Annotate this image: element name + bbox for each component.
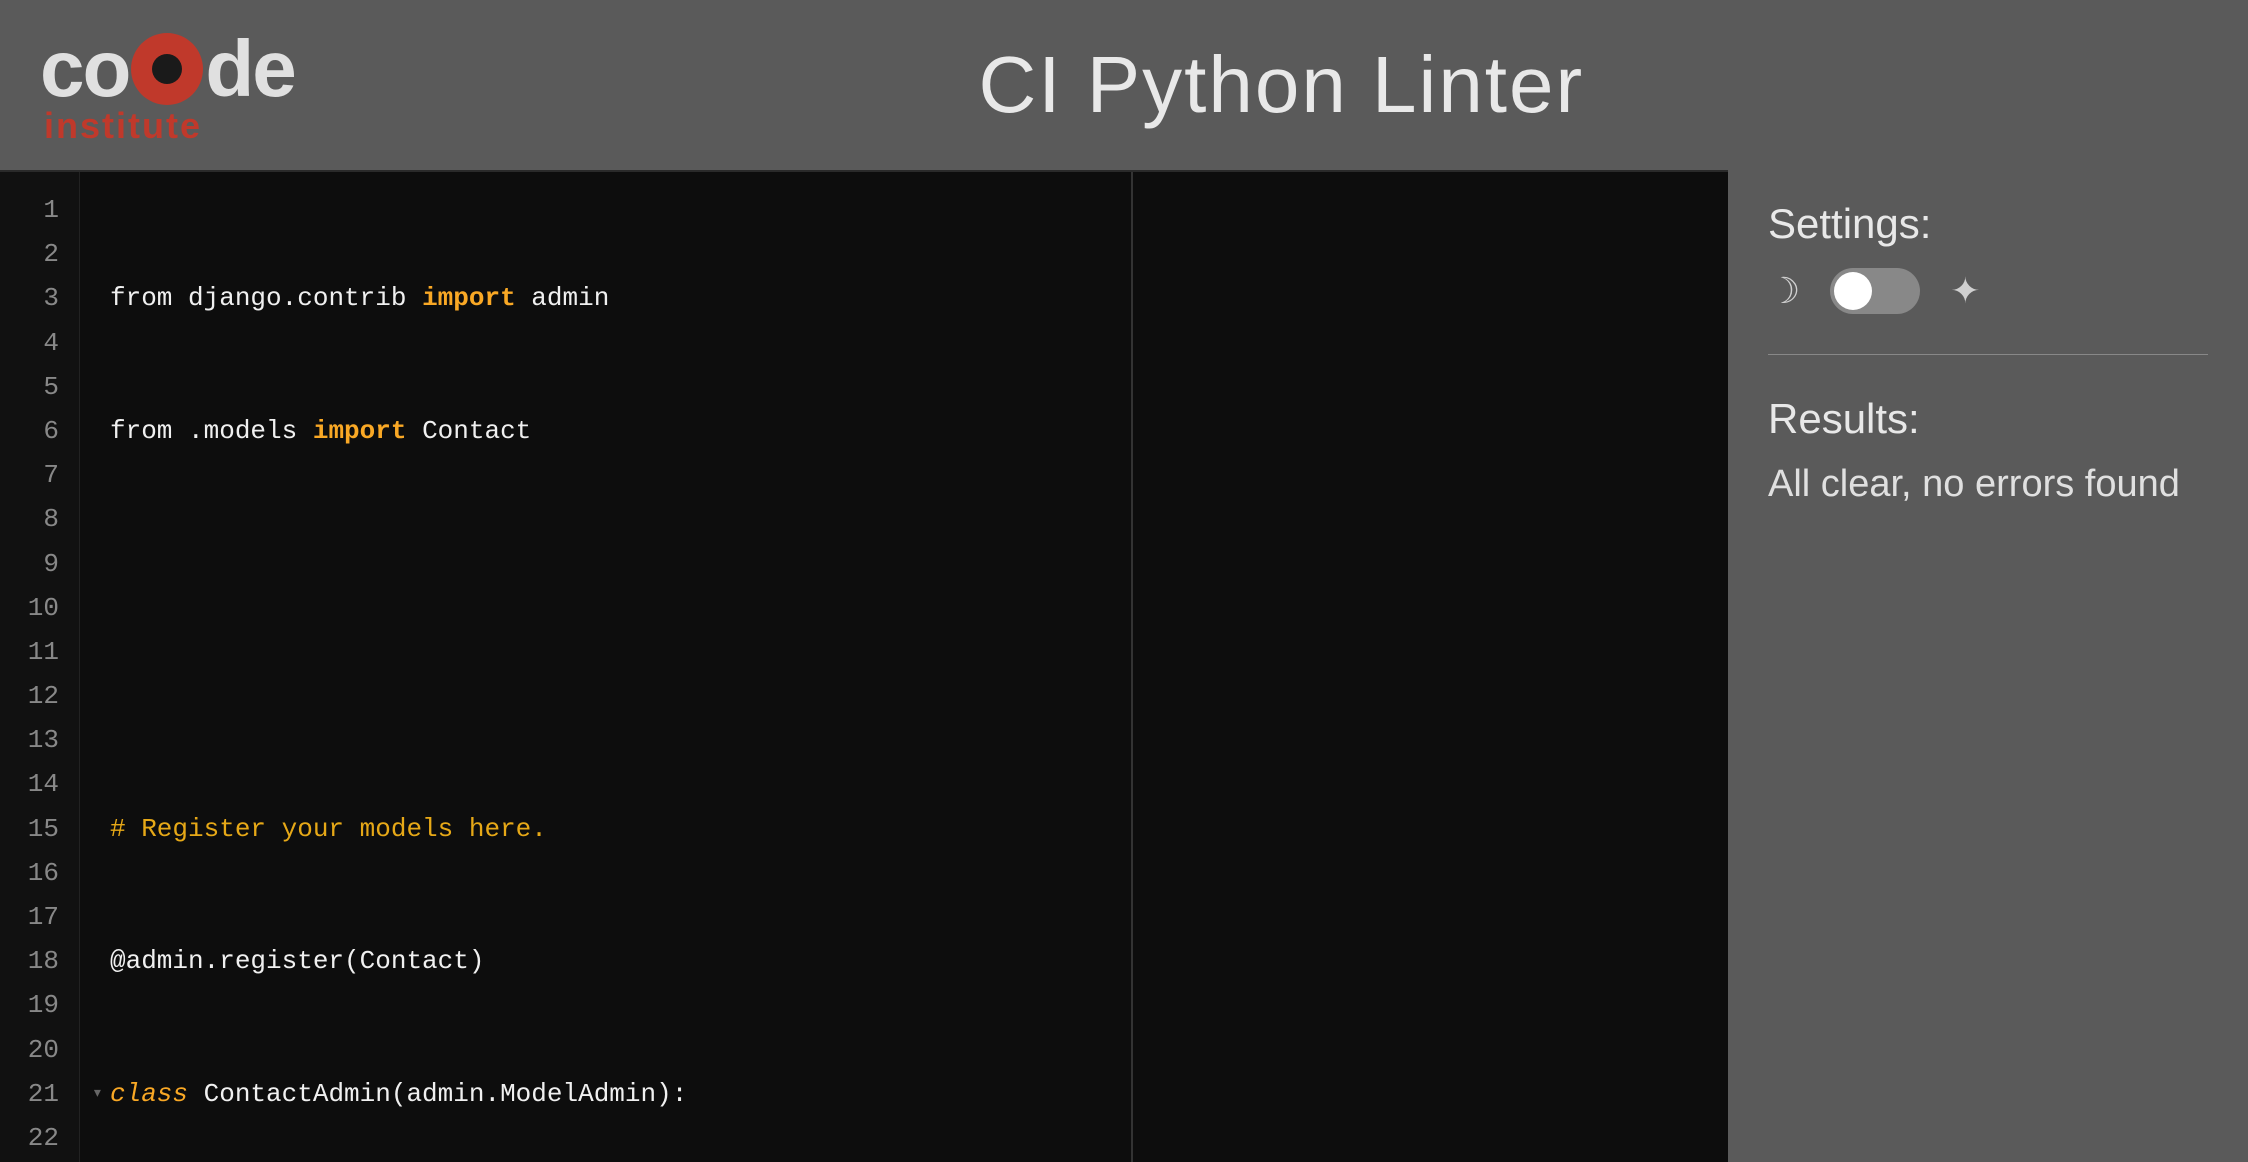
line-num-12: 12 — [0, 674, 79, 718]
code-contact: Contact — [406, 409, 531, 453]
code-decorator: @admin.register(Contact) — [110, 939, 484, 983]
code-from-1: from — [110, 276, 188, 320]
line-num-15: 15 — [0, 807, 79, 851]
line-numbers: 1 2 3 4 5 6 7 8 9 10 11 12 13 14 15 16 1… — [0, 172, 80, 1162]
logo-area: co de institute — [40, 23, 295, 147]
page-title: CI Python Linter — [355, 39, 2208, 131]
line-num-19: 19 — [0, 983, 79, 1027]
line-num-7: 7 — [0, 453, 79, 497]
code-from-2: from — [110, 409, 188, 453]
code-content[interactable]: from django.contrib import admin from .m… — [80, 172, 1131, 1162]
code-line-4 — [110, 674, 1101, 718]
code-line-5: # Register your models here. — [110, 807, 1101, 851]
line-num-6: 6 — [0, 409, 79, 453]
code-class-kw: class — [110, 1072, 204, 1116]
sidebar: Settings: ☽ ✦ Results: All clear, no err… — [1728, 170, 2248, 1162]
code-module-2: .models — [188, 409, 313, 453]
fold-arrow-7[interactable]: ▾ — [92, 1079, 110, 1110]
results-section: Results: All clear, no errors found — [1768, 395, 2208, 506]
line-num-22: 22 — [0, 1116, 79, 1160]
main-content: 1 2 3 4 5 6 7 8 9 10 11 12 13 14 15 16 1… — [0, 170, 2248, 1162]
logo-top: co de — [40, 23, 295, 115]
line-num-17: 17 — [0, 895, 79, 939]
results-message: All clear, no errors found — [1768, 463, 2208, 506]
line-num-10: 10 — [0, 586, 79, 630]
code-editor[interactable]: 1 2 3 4 5 6 7 8 9 10 11 12 13 14 15 16 1… — [0, 170, 1728, 1162]
line-num-13: 13 — [0, 718, 79, 762]
code-comment-1: # Register your models here. — [110, 807, 547, 851]
theme-controls: ☽ ✦ — [1768, 268, 2208, 314]
results-title: Results: — [1768, 395, 2208, 443]
line-num-9: 9 — [0, 542, 79, 586]
line-num-11: 11 — [0, 630, 79, 674]
sun-icon: ✦ — [1950, 270, 1980, 312]
code-line-3 — [110, 542, 1101, 586]
line-num-14: 14 — [0, 762, 79, 806]
line-num-1: 1 — [0, 188, 79, 232]
line-num-20: 20 — [0, 1028, 79, 1072]
code-line-6: @admin.register(Contact) — [110, 939, 1101, 983]
line-num-8: 8 — [0, 497, 79, 541]
line-num-21: 21 — [0, 1072, 79, 1116]
theme-toggle[interactable] — [1830, 268, 1920, 314]
code-line-7: ▾ class ContactAdmin(admin.ModelAdmin): — [110, 1072, 1101, 1116]
code-right-panel — [1133, 172, 1728, 1162]
logo-text-de: de — [205, 23, 294, 115]
moon-icon: ☽ — [1768, 270, 1800, 312]
code-admin: admin — [516, 276, 610, 320]
line-num-4: 4 — [0, 321, 79, 365]
line-num-2: 2 — [0, 232, 79, 276]
code-import-2: import — [313, 409, 407, 453]
settings-title: Settings: — [1768, 200, 2208, 248]
settings-section: Settings: ☽ ✦ — [1768, 200, 2208, 314]
line-num-16: 16 — [0, 851, 79, 895]
divider — [1768, 354, 2208, 355]
code-import-1: import — [422, 276, 516, 320]
line-num-18: 18 — [0, 939, 79, 983]
logo-text-co: co — [40, 23, 129, 115]
line-num-3: 3 — [0, 276, 79, 320]
header: co de institute CI Python Linter — [0, 0, 2248, 170]
code-line-2: from .models import Contact — [110, 409, 1101, 453]
logo-institute: institute — [40, 105, 202, 147]
line-num-5: 5 — [0, 365, 79, 409]
code-line-1: from django.contrib import admin — [110, 276, 1101, 320]
logo-o-icon — [131, 33, 203, 105]
code-class-name: ContactAdmin(admin.ModelAdmin): — [204, 1072, 688, 1116]
code-module-1: django.contrib — [188, 276, 422, 320]
